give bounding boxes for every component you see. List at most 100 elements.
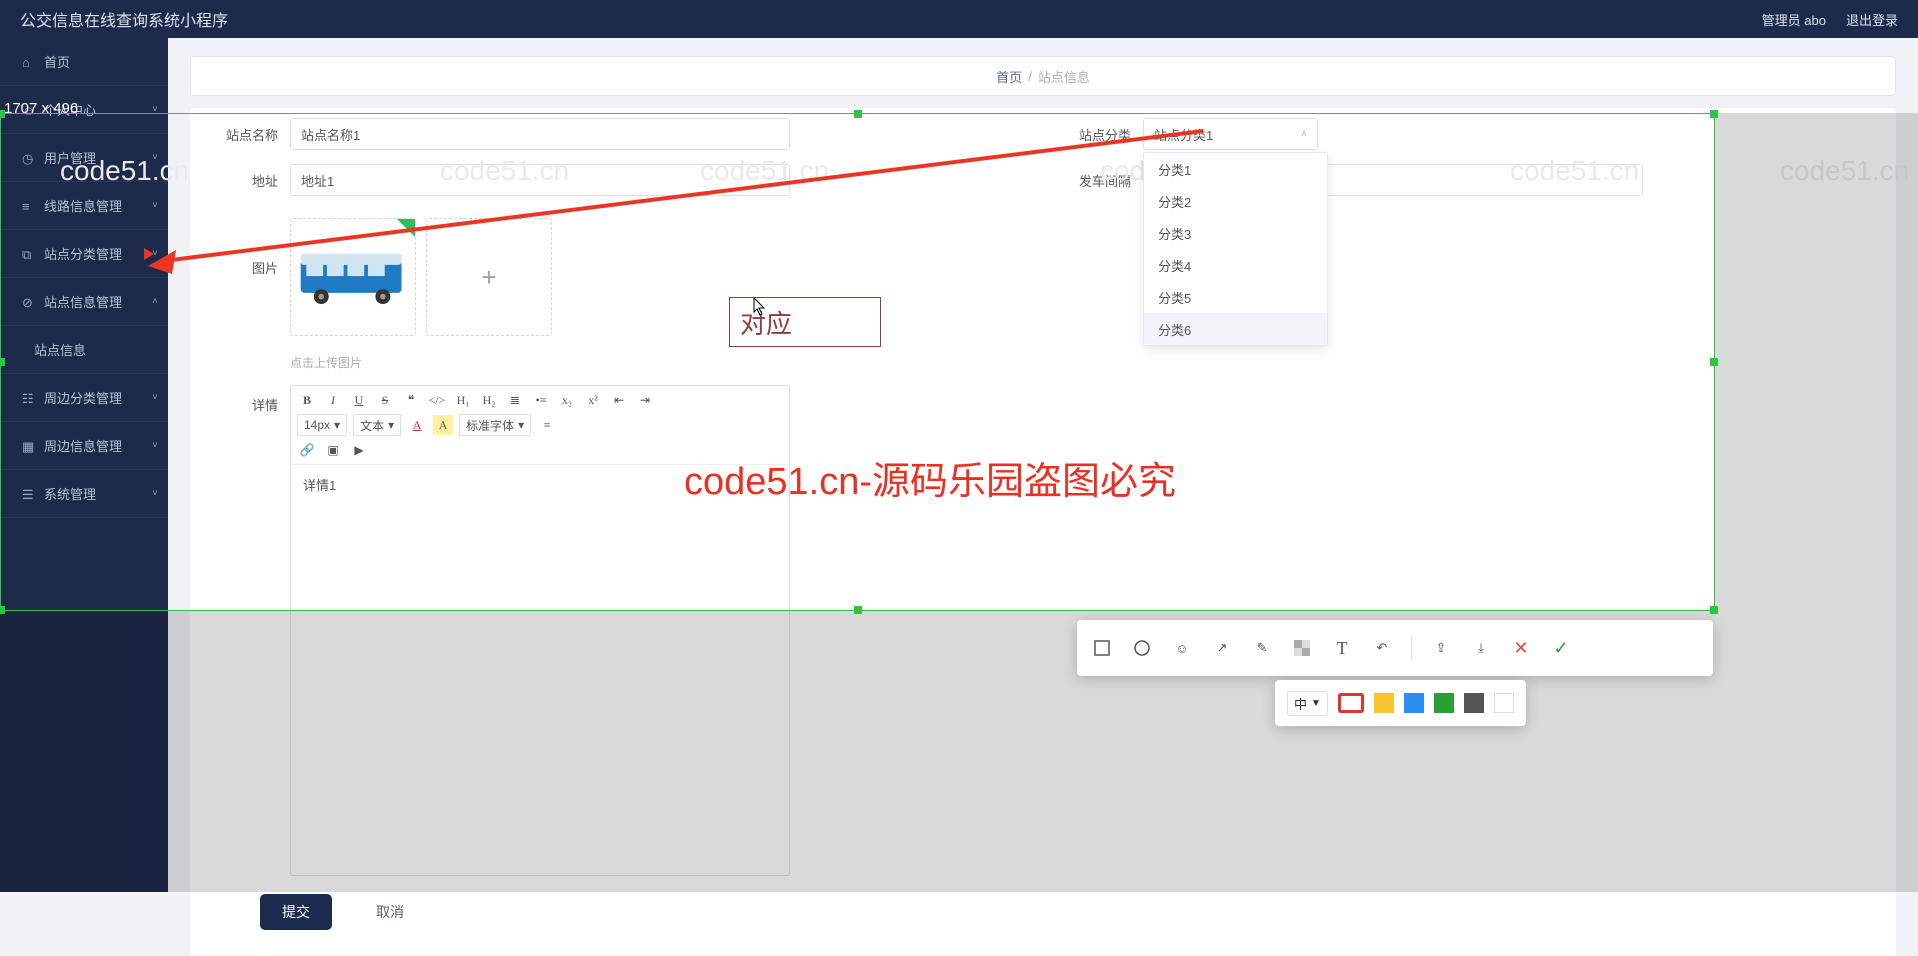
quote-icon[interactable]: ❝ — [401, 390, 421, 410]
sup-icon[interactable]: x² — [583, 390, 603, 410]
size-select[interactable]: 中 ▼ — [1287, 691, 1328, 716]
add-image-button[interactable]: + — [426, 218, 552, 336]
chevron-down-icon: ˅ — [152, 200, 158, 211]
underline-icon[interactable]: U — [349, 390, 369, 410]
home-icon: ⌂ — [22, 55, 36, 69]
sidebar-item-nearby-info[interactable]: ▦ 周边信息管理 ˅ — [0, 422, 168, 470]
chevron-down-icon: ˅ — [152, 104, 158, 115]
cancel-tool-icon[interactable]: ✕ — [1510, 637, 1532, 659]
form-card: 站点名称 站点分类 站点分类1 ˄ 分类1 分类2 分类3 分类4 分类5 — [190, 108, 1896, 956]
app-title: 公交信息在线查询系统小程序 — [20, 7, 228, 31]
caret-icon: ▾ — [334, 418, 340, 432]
link-icon[interactable]: 🔗 — [297, 440, 317, 460]
sidebar-item-station-info[interactable]: ⊘ 站点信息管理 ˄ — [0, 278, 168, 326]
circle-tool-icon[interactable] — [1131, 637, 1153, 659]
sub-icon[interactable]: x₂ — [557, 390, 577, 410]
pen-tool-icon[interactable]: ✎ — [1251, 637, 1273, 659]
sidebar-item-route[interactable]: ≡ 线路信息管理 ˅ — [0, 182, 168, 230]
layers-icon: ☷ — [22, 391, 36, 405]
sidebar-item-station-cat[interactable]: ⧉ 站点分类管理 ˅ — [0, 230, 168, 278]
sidebar-item-system[interactable]: ☰ 系统管理 ˅ — [0, 470, 168, 518]
screenshot-toolbar: ☺ ↗ ✎ T ↶ ⇪ ⤓ ✕ ✓ — [1077, 620, 1713, 676]
sidebar-item-label: 周边分类管理 — [44, 388, 154, 407]
main-content: 首页 / 站点信息 站点名称 站点分类 站点分类1 ˄ 分类1 分类2 — [168, 38, 1918, 892]
app-header: 公交信息在线查询系统小程序 管理员 abo 退出登录 — [0, 0, 1918, 38]
h1-icon[interactable]: H₁ — [453, 390, 473, 410]
dropdown-option[interactable]: 分类3 — [1144, 217, 1327, 249]
video-icon[interactable]: ▶ — [349, 440, 369, 460]
clock-icon: ◷ — [22, 151, 36, 165]
sidebar-item-profile[interactable]: ☺ 个人中心 ˅ — [0, 86, 168, 134]
editor-body[interactable]: 详情1 — [291, 465, 789, 875]
ol-icon[interactable]: ≣ — [505, 390, 525, 410]
color-swatch-white[interactable] — [1494, 693, 1514, 713]
station-name-input[interactable] — [290, 118, 790, 150]
detail-label: 详情 — [210, 385, 290, 414]
outdent-icon[interactable]: ⇥ — [635, 390, 655, 410]
dropdown-option[interactable]: 分类6 — [1144, 313, 1327, 345]
copy-icon: ⧉ — [22, 247, 36, 261]
submit-button[interactable]: 提交 — [260, 894, 332, 930]
color-swatch-yellow[interactable] — [1374, 693, 1394, 713]
dropdown-option[interactable]: 分类5 — [1144, 281, 1327, 313]
logout-link[interactable]: 退出登录 — [1846, 10, 1898, 29]
image-icon[interactable]: ▣ — [323, 440, 343, 460]
grid-icon: ▦ — [22, 439, 36, 453]
h2-icon[interactable]: H₂ — [479, 390, 499, 410]
sidebar-item-label: 站点分类管理 — [44, 244, 154, 263]
bold-icon[interactable]: B — [297, 390, 317, 410]
ul-icon[interactable]: •≡ — [531, 390, 551, 410]
indent-icon[interactable]: ⇤ — [609, 390, 629, 410]
align-icon[interactable]: ≡ — [537, 415, 557, 435]
upload-tip: 点击上传图片 — [290, 354, 552, 371]
cancel-button[interactable]: 取消 — [354, 894, 426, 930]
chevron-down-icon: ˅ — [152, 152, 158, 163]
font-size-select[interactable]: 14px▾ — [297, 414, 347, 436]
user-icon: ☺ — [22, 103, 36, 117]
sidebar-item-label: 线路信息管理 — [44, 196, 154, 215]
interval-label: 发车间隔 — [1063, 171, 1143, 190]
text-color-icon[interactable]: A — [407, 415, 427, 435]
sidebar-item-home[interactable]: ⌂ 首页 — [0, 38, 168, 86]
color-swatch-green[interactable] — [1434, 693, 1454, 713]
italic-icon[interactable]: I — [323, 390, 343, 410]
arrow-tool-icon[interactable]: ↗ — [1211, 637, 1233, 659]
image-label: 图片 — [210, 218, 290, 277]
rect-tool-icon[interactable] — [1091, 637, 1113, 659]
confirm-tool-icon[interactable]: ✓ — [1550, 637, 1572, 659]
sidebar-item-label: 用户管理 — [44, 148, 154, 167]
station-cat-select[interactable]: 站点分类1 ˄ — [1143, 118, 1318, 150]
station-name-label: 站点名称 — [210, 125, 290, 144]
mosaic-tool-icon[interactable] — [1291, 637, 1313, 659]
breadcrumb-home[interactable]: 首页 — [996, 67, 1022, 86]
code-icon[interactable]: </> — [427, 390, 447, 410]
font-family-select[interactable]: 标准字体▾ — [459, 414, 531, 436]
admin-label[interactable]: 管理员 abo — [1762, 10, 1826, 29]
undo-tool-icon[interactable]: ↶ — [1371, 637, 1393, 659]
color-swatch-red[interactable] — [1338, 693, 1364, 713]
sidebar-item-users[interactable]: ◷ 用户管理 ˅ — [0, 134, 168, 182]
dropdown-option[interactable]: 分类4 — [1144, 249, 1327, 281]
color-swatch-blue[interactable] — [1404, 693, 1424, 713]
sidebar-item-station-info-sub[interactable]: 站点信息 — [0, 326, 168, 374]
strike-icon[interactable]: S — [375, 390, 395, 410]
chevron-down-icon: ˅ — [152, 440, 158, 451]
dropdown-option[interactable]: 分类2 — [1144, 185, 1327, 217]
uploaded-image-thumb[interactable] — [290, 218, 416, 336]
share-tool-icon[interactable]: ⇪ — [1430, 637, 1452, 659]
download-tool-icon[interactable]: ⤓ — [1470, 637, 1492, 659]
sidebar-item-label: 周边信息管理 — [44, 436, 154, 455]
block-type-select[interactable]: 文本▾ — [353, 414, 401, 436]
text-tool-icon[interactable]: T — [1331, 637, 1353, 659]
caret-down-icon: ▼ — [1311, 698, 1321, 709]
editor-toolbar: B I U S ❝ </> H₁ H₂ ≣ •≡ x₂ x² ⇤ ⇥ 14px▾ — [291, 386, 789, 465]
address-input[interactable] — [290, 164, 790, 196]
caret-icon: ▾ — [518, 418, 524, 432]
bus-image — [297, 242, 409, 312]
emoji-tool-icon[interactable]: ☺ — [1171, 637, 1193, 659]
bg-color-icon[interactable]: A — [433, 415, 453, 435]
sidebar-item-nearby-cat[interactable]: ☷ 周边分类管理 ˅ — [0, 374, 168, 422]
dropdown-option[interactable]: 分类1 — [1144, 153, 1327, 185]
color-swatch-gray[interactable] — [1464, 693, 1484, 713]
breadcrumb-current: 站点信息 — [1038, 67, 1090, 86]
